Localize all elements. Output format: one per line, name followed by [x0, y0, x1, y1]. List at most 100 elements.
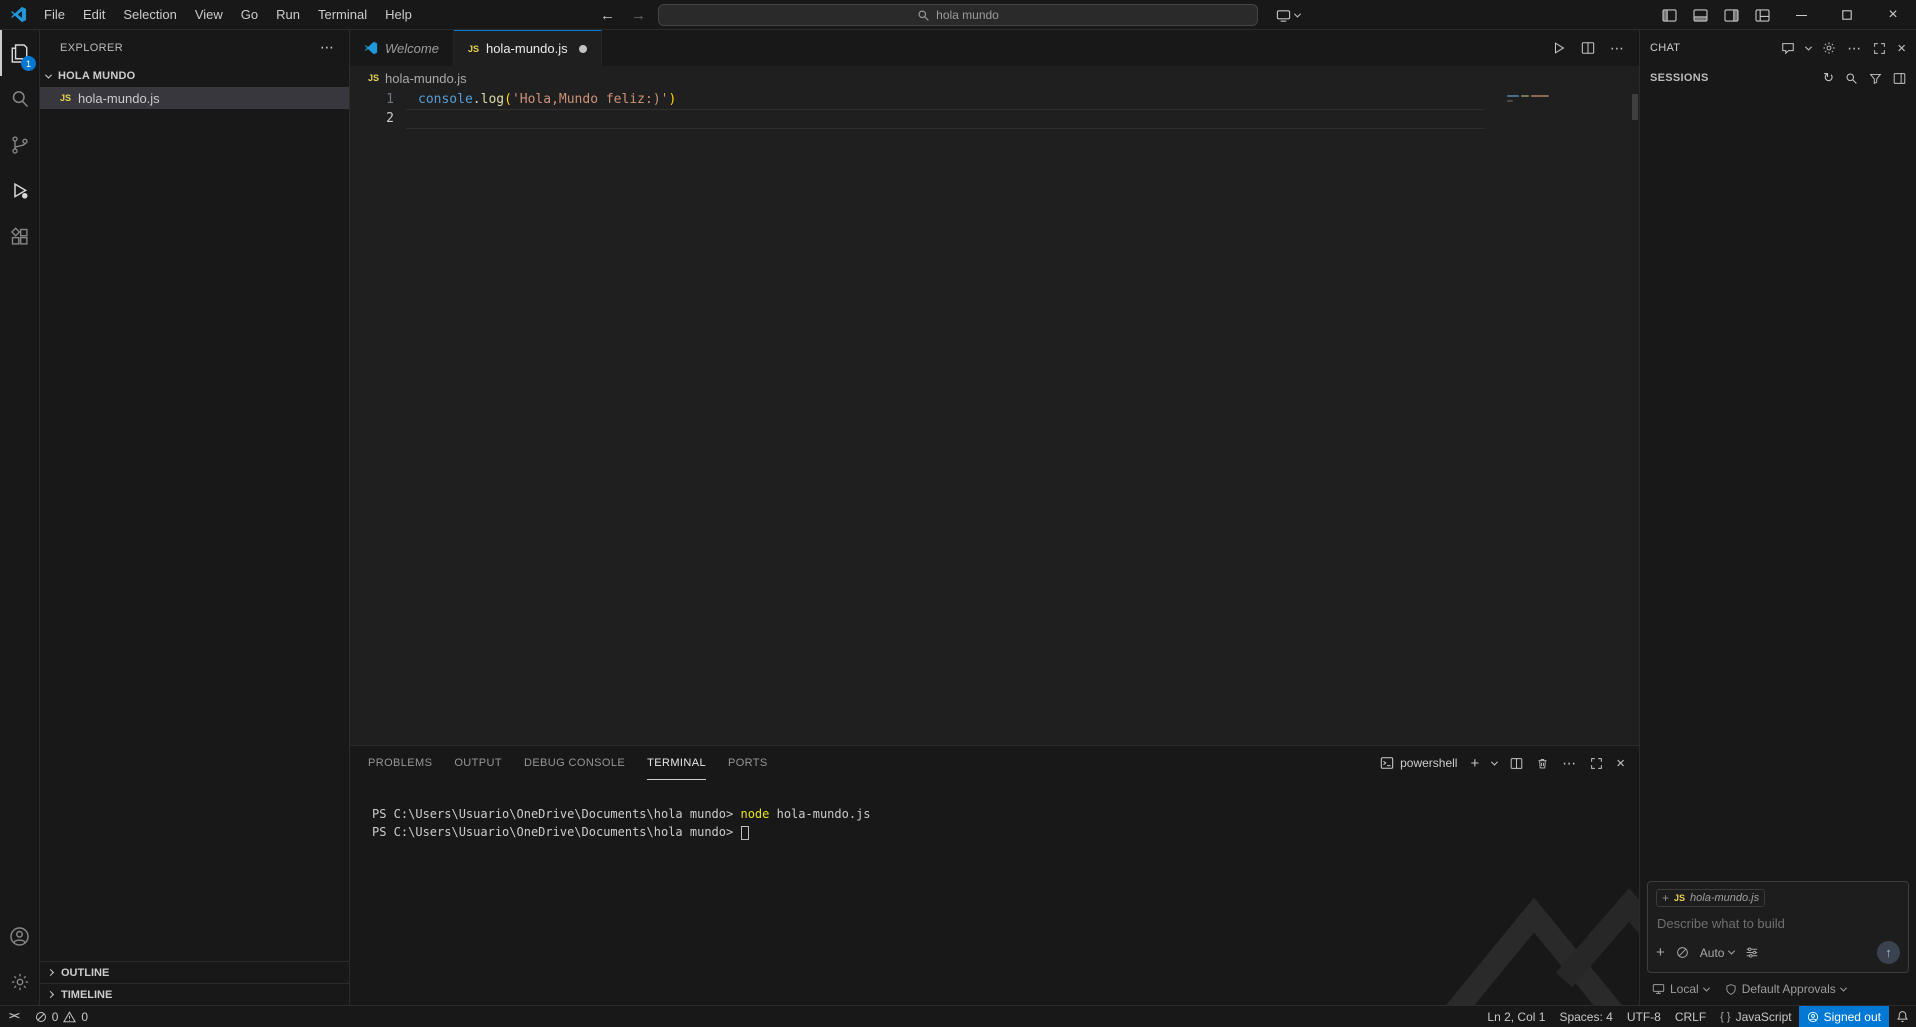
menu-go[interactable]: Go [232, 0, 267, 30]
add-context-icon[interactable]: + [1662, 891, 1669, 905]
indentation[interactable]: Spaces: 4 [1552, 1006, 1619, 1027]
context-chip[interactable]: + JS hola-mundo.js [1656, 889, 1766, 907]
toggle-secondary-sidebar-icon[interactable] [1716, 0, 1747, 30]
mode-selector[interactable]: Auto [1700, 946, 1736, 960]
activity-account[interactable] [0, 913, 39, 959]
tab-welcome[interactable]: Welcome [350, 30, 454, 66]
account-label: Signed out [1823, 1009, 1881, 1024]
chat-panel: CHAT ⋯ × SESSIONS ↻ + JS hola-mundo.js D… [1639, 30, 1916, 1005]
send-button[interactable]: ↑ [1877, 941, 1900, 964]
chat-settings-gear-icon[interactable] [1822, 41, 1836, 55]
modified-dot-icon[interactable] [578, 44, 587, 53]
account-status[interactable]: Signed out [1798, 1005, 1889, 1027]
tab-hola-mundo[interactable]: JS hola-mundo.js [453, 30, 602, 66]
terminal-dropdown-icon[interactable] [1491, 758, 1499, 766]
cursor-position[interactable]: Ln 2, Col 1 [1480, 1006, 1552, 1027]
menu-view[interactable]: View [186, 0, 232, 30]
back-arrow-icon[interactable]: ← [600, 7, 615, 24]
close-window-button[interactable]: × [1870, 0, 1916, 30]
filter-icon[interactable] [1869, 72, 1882, 85]
activity-run-debug[interactable] [0, 168, 39, 214]
code-editor[interactable]: 1 console.log('Hola,Mundo feliz:)') 2 [350, 90, 1639, 745]
forward-arrow-icon[interactable]: → [631, 7, 646, 24]
panel-more-icon[interactable]: ⋯ [1562, 755, 1577, 772]
toggle-panel-icon[interactable] [1685, 0, 1716, 30]
outline-section[interactable]: OUTLINE [40, 961, 349, 983]
explorer-more-icon[interactable]: ⋯ [320, 39, 335, 56]
split-terminal-icon[interactable] [1510, 757, 1523, 770]
environment-selector[interactable]: Local [1652, 982, 1710, 996]
vscode-logo-icon [10, 6, 27, 23]
terminal-output[interactable]: PS C:\Users\Usuario\OneDrive\Documents\h… [350, 780, 1639, 1005]
history-navigation: ← → [600, 0, 646, 30]
problems-indicator[interactable]: 0 0 [28, 1006, 95, 1027]
tab-problems[interactable]: PROBLEMS [368, 746, 432, 780]
close-chat-icon[interactable]: × [1897, 40, 1906, 57]
activity-settings[interactable] [0, 959, 39, 1005]
copilot-icon [1276, 9, 1291, 22]
menu-run[interactable]: Run [267, 0, 309, 30]
sessions-layout-icon[interactable] [1893, 72, 1906, 85]
terminal-instance[interactable]: powershell [1380, 756, 1457, 770]
encoding[interactable]: UTF-8 [1620, 1006, 1668, 1027]
expand-chat-icon[interactable] [1873, 42, 1886, 55]
tab-terminal[interactable]: TERMINAL [647, 746, 706, 780]
remote-indicator[interactable]: >< [0, 1006, 28, 1027]
minimize-button[interactable] [1778, 0, 1824, 30]
editor-tab-bar: Welcome JS hola-mundo.js ⋯ [350, 30, 1639, 66]
breadcrumb-file[interactable]: hola-mundo.js [385, 71, 467, 86]
chat-input-card[interactable]: + JS hola-mundo.js Describe what to buil… [1647, 881, 1909, 973]
command-center-search[interactable]: hola mundo [658, 4, 1258, 26]
tune-sliders-icon[interactable] [1745, 946, 1759, 959]
menu-file[interactable]: File [35, 0, 74, 30]
refresh-icon[interactable]: ↻ [1823, 70, 1834, 86]
activity-source-control[interactable] [0, 122, 39, 168]
eol-sequence[interactable]: CRLF [1668, 1006, 1713, 1027]
chat-title: CHAT [1650, 42, 1681, 54]
command-center-text: hola mundo [936, 8, 999, 22]
menu-selection[interactable]: Selection [114, 0, 185, 30]
js-file-icon: JS [368, 73, 380, 83]
menu-bar: File Edit Selection View Go Run Terminal… [35, 0, 421, 30]
menu-terminal[interactable]: Terminal [309, 0, 376, 30]
tab-debug-console[interactable]: DEBUG CONSOLE [524, 746, 625, 780]
run-file-icon[interactable] [1552, 41, 1566, 55]
chat-input[interactable]: Describe what to build [1657, 916, 1899, 931]
new-chat-icon[interactable] [1781, 41, 1795, 55]
file-item-hola-mundo[interactable]: JS hola-mundo.js [40, 87, 349, 109]
tab-output[interactable]: OUTPUT [454, 746, 502, 780]
copilot-button[interactable] [1276, 0, 1302, 30]
split-editor-icon[interactable] [1581, 41, 1595, 55]
activity-search[interactable] [0, 76, 39, 122]
outline-label: OUTLINE [61, 966, 110, 979]
timeline-section[interactable]: TIMELINE [40, 983, 349, 1005]
breadcrumb[interactable]: JS hola-mundo.js [350, 66, 1639, 90]
terminal-cursor [741, 825, 750, 840]
chat-more-icon[interactable]: ⋯ [1847, 40, 1862, 57]
close-panel-icon[interactable]: × [1616, 755, 1625, 772]
approvals-selector[interactable]: Default Approvals [1725, 982, 1847, 996]
tab-ports[interactable]: PORTS [728, 746, 768, 780]
activity-extensions[interactable] [0, 214, 39, 260]
panel-actions: powershell + ⋯ × [1380, 746, 1625, 780]
new-terminal-icon[interactable]: + [1470, 755, 1479, 772]
chat-dropdown-icon[interactable] [1805, 43, 1813, 51]
explorer-empty-space [40, 109, 349, 961]
kill-terminal-icon[interactable] [1536, 757, 1549, 770]
activity-explorer[interactable]: 1 [0, 30, 39, 76]
chat-empty-area [1640, 90, 1916, 877]
attach-icon[interactable]: + [1656, 944, 1665, 961]
search-sessions-icon[interactable] [1845, 72, 1858, 85]
notifications-bell[interactable] [1889, 1006, 1916, 1027]
editor-more-icon[interactable]: ⋯ [1610, 40, 1625, 57]
language-mode[interactable]: { } JavaScript [1713, 1006, 1798, 1027]
customize-layout-icon[interactable] [1747, 0, 1778, 30]
folder-section-header[interactable]: HOLA MUNDO [40, 65, 349, 87]
toggle-sidebar-icon[interactable] [1654, 0, 1685, 30]
menu-help[interactable]: Help [376, 0, 421, 30]
menu-edit[interactable]: Edit [74, 0, 114, 30]
slash-circle-icon[interactable] [1676, 946, 1689, 959]
maximize-panel-icon[interactable] [1590, 757, 1603, 770]
maximize-button[interactable] [1824, 0, 1870, 30]
status-bar: >< 0 0 Ln 2, Col 1 Spaces: 4 UTF-8 CRLF … [0, 1005, 1916, 1027]
